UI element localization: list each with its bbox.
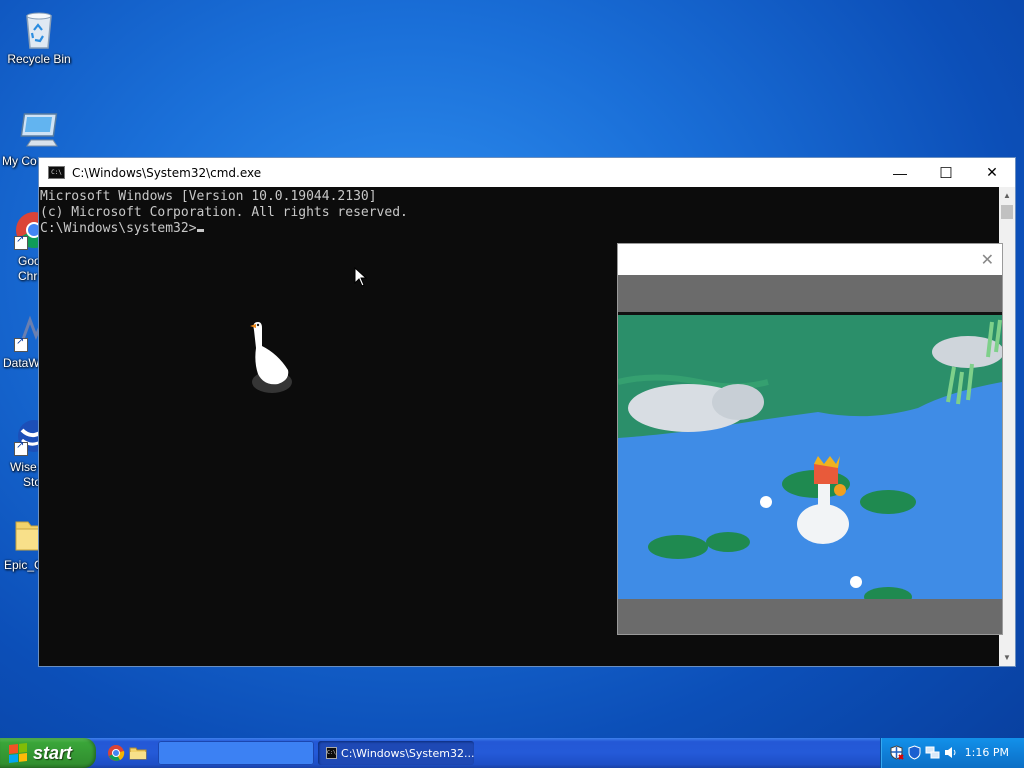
close-button[interactable]: ✕: [969, 158, 1015, 187]
scroll-down-arrow-icon[interactable]: ▼: [999, 649, 1015, 666]
clock[interactable]: 1:16 PM: [965, 746, 1009, 759]
taskbar-button-cmd[interactable]: C:\ C:\Windows\System32...: [318, 741, 474, 765]
video-popup-window[interactable]: ✕: [617, 243, 1003, 635]
console-line: Microsoft Windows [Version 10.0.19044.21…: [40, 189, 377, 204]
folder-quicklaunch-icon[interactable]: [129, 744, 147, 762]
taskbar: start C:\ C:\Windows\System32... 1:16 PM: [0, 738, 1024, 768]
computer-icon: [19, 110, 59, 150]
cmd-task-label: C:\Windows\System32...: [341, 746, 475, 760]
chrome-quicklaunch-icon[interactable]: [107, 744, 125, 762]
system-tray: 1:16 PM: [880, 738, 1024, 768]
shield-icon[interactable]: [907, 745, 922, 760]
security-alert-icon[interactable]: [889, 745, 904, 760]
mouse-pointer-icon: [354, 267, 368, 287]
cmd-titlebar[interactable]: C:\ C:\Windows\System32\cmd.exe — ☐ ✕: [39, 158, 1015, 187]
goose-sprite[interactable]: [248, 318, 296, 398]
goose-game-video-image: [618, 312, 1002, 599]
cmd-window-title: C:\Windows\System32\cmd.exe: [72, 165, 262, 180]
video-frame: [618, 312, 1002, 599]
start-button[interactable]: start: [0, 738, 96, 768]
popup-titlebar[interactable]: ✕: [618, 244, 1002, 275]
recycle-bin-label: Recycle Bin: [7, 52, 71, 66]
text-cursor: [196, 229, 204, 232]
maximize-button[interactable]: ☐: [923, 158, 969, 187]
shortcut-arrow-icon: [14, 440, 28, 456]
scroll-thumb[interactable]: [1001, 205, 1013, 219]
windows-logo-icon: [9, 743, 27, 763]
desktop-icon-recycle-bin[interactable]: Recycle Bin: [1, 8, 77, 67]
network-icon[interactable]: [925, 745, 940, 760]
recycle-bin-icon: [19, 8, 59, 49]
popup-close-button[interactable]: ✕: [981, 250, 994, 270]
scroll-up-arrow-icon[interactable]: ▲: [999, 187, 1015, 204]
start-label: start: [33, 742, 73, 763]
console-prompt-line: C:\Windows\system32>: [40, 221, 999, 237]
taskbar-button-empty[interactable]: [158, 741, 314, 765]
shortcut-arrow-icon: [14, 336, 28, 352]
console-prompt: C:\Windows\system32>: [40, 221, 197, 236]
shortcut-arrow-icon: [14, 234, 28, 250]
console-line: (c) Microsoft Corporation. All rights re…: [40, 205, 408, 220]
volume-icon[interactable]: [943, 745, 958, 760]
cmd-task-icon: C:\: [326, 747, 338, 759]
cmd-icon: C:\: [48, 166, 65, 179]
minimize-button[interactable]: —: [877, 158, 923, 187]
